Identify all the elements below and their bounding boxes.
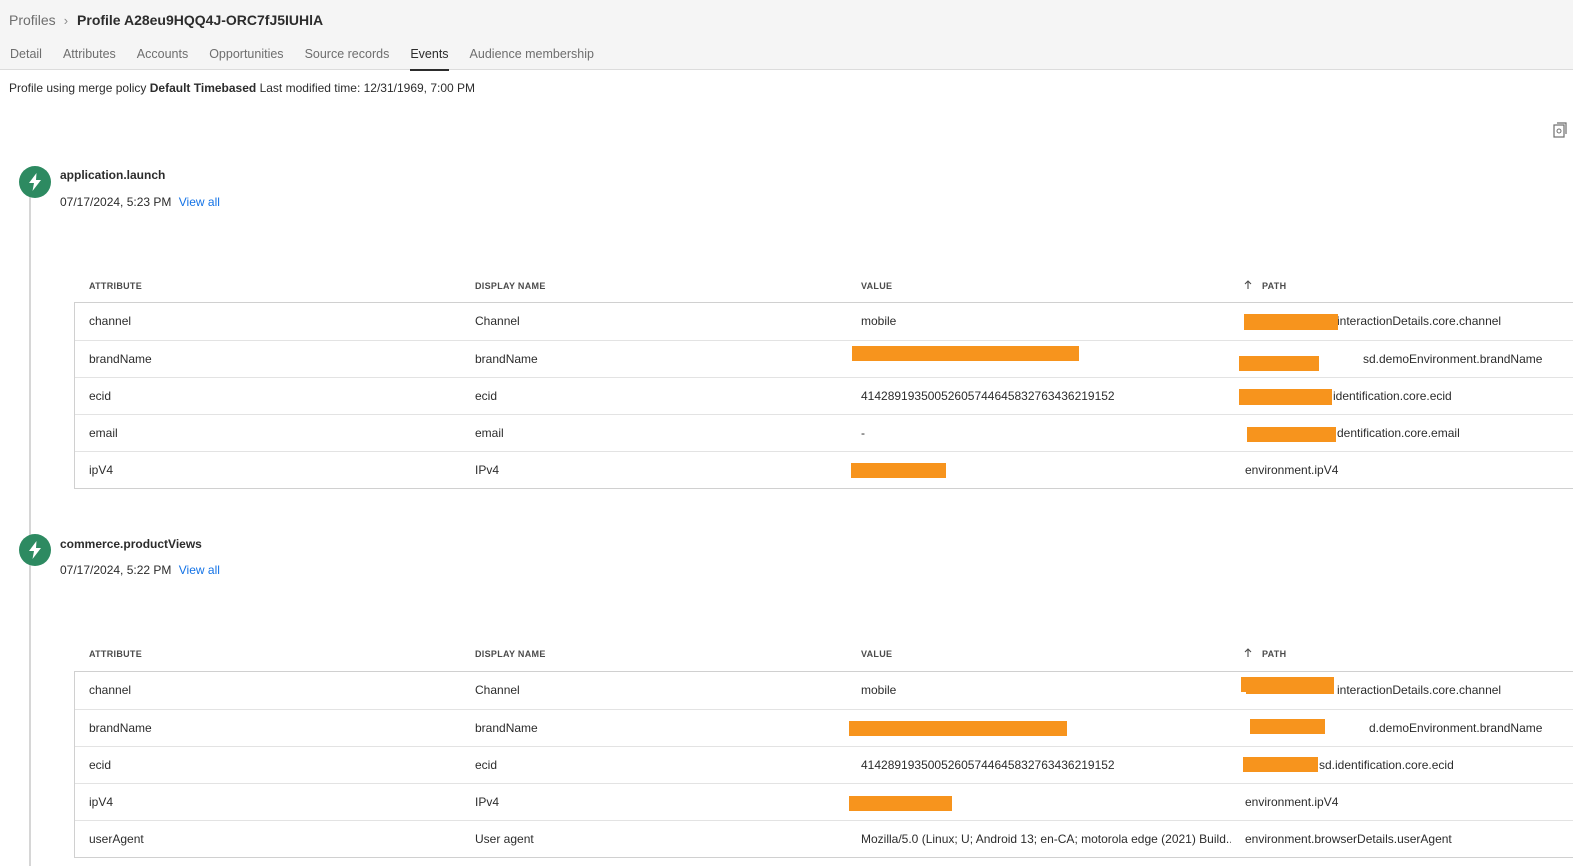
breadcrumb: Profiles › Profile A28eu9HQQ4J-ORC7fJ5IU… <box>9 10 323 30</box>
table-row[interactable]: channel Channel mobile interactionDetail… <box>75 303 1573 340</box>
sort-arrow-up-icon <box>1244 280 1252 289</box>
breadcrumb-profiles-link[interactable]: Profiles <box>9 12 56 28</box>
display-name-cell: brandName <box>475 352 538 366</box>
export-icon[interactable] <box>1553 122 1567 138</box>
value-cell: 41428919350052605744645832763436219152 <box>861 389 1115 403</box>
column-header-value[interactable]: VALUE <box>861 281 892 291</box>
display-name-cell: Channel <box>475 683 520 697</box>
event-time: 07/17/2024, 5:23 PM View all <box>60 195 220 209</box>
attribute-cell: channel <box>89 314 132 328</box>
page-header: Profiles › Profile A28eu9HQQ4J-ORC7fJ5IU… <box>0 0 1573 71</box>
column-header-value[interactable]: VALUE <box>861 649 892 659</box>
value-cell: - <box>861 426 865 440</box>
tab-events[interactable]: Events <box>410 45 449 71</box>
tab-accounts[interactable]: Accounts <box>137 45 188 70</box>
column-header-path[interactable]: PATH <box>1243 648 1287 659</box>
attribute-cell: email <box>89 426 118 440</box>
table-row[interactable]: ipV4 IPv4 environment.ipV4 <box>75 451 1573 488</box>
merge-policy-info: Profile using merge policy Default Timeb… <box>9 81 475 95</box>
timeline-line <box>29 194 31 866</box>
value-cell: 41428919350052605744645832763436219152 <box>861 758 1115 772</box>
display-name-cell: User agent <box>475 832 534 846</box>
tab-opportunities[interactable]: Opportunities <box>209 45 283 70</box>
path-cell: environment.ipV4 <box>1245 463 1339 477</box>
redaction-block <box>1244 314 1338 330</box>
redaction-block <box>1239 356 1319 371</box>
table-header: ATTRIBUTE DISPLAY NAME VALUE PATH <box>74 280 1573 301</box>
attribute-cell: brandName <box>89 721 152 735</box>
column-header-path[interactable]: PATH <box>1243 280 1287 291</box>
redaction-block <box>851 463 946 478</box>
attribute-cell: ipV4 <box>89 795 114 809</box>
merge-policy-prefix: Profile using merge policy <box>9 81 147 95</box>
attribute-cell: ecid <box>89 758 112 772</box>
table-row[interactable]: ipV4 IPv4 environment.ipV4 <box>75 783 1573 820</box>
redaction-block <box>852 346 1079 361</box>
redaction-block <box>1250 719 1325 734</box>
table-row[interactable]: brandName brandName d.demoEnvironment.br… <box>75 709 1573 746</box>
event-timestamp: 07/17/2024, 5:23 PM <box>60 195 172 209</box>
event-attributes-table: channel Channel mobile interactionDetail… <box>74 302 1573 489</box>
table-row[interactable]: channel Channel mobile interactionDetail… <box>75 672 1573 709</box>
attribute-cell: ecid <box>89 389 112 403</box>
column-header-display-name[interactable]: DISPLAY NAME <box>475 281 546 291</box>
table-header: ATTRIBUTE DISPLAY NAME VALUE PATH <box>74 648 1573 669</box>
event-time: 07/17/2024, 5:22 PM View all <box>60 563 220 577</box>
column-header-path-label: PATH <box>1262 649 1287 659</box>
redaction-block <box>1247 427 1336 442</box>
page-title: Profile A28eu9HQQ4J-ORC7fJ5IUHlA <box>77 12 324 28</box>
redaction-block <box>1246 691 1334 694</box>
table-row[interactable]: brandName brandName sd.demoEnvironment.b… <box>75 340 1573 377</box>
event-title: commerce.productViews <box>60 537 202 551</box>
value-cell: mobile <box>861 314 897 328</box>
display-name-cell: IPv4 <box>475 463 500 477</box>
attribute-cell: userAgent <box>89 832 144 846</box>
last-modified-time: Last modified time: 12/31/1969, 7:00 PM <box>259 81 476 95</box>
tab-bar: Detail Attributes Accounts Opportunities… <box>10 45 615 71</box>
display-name-cell: brandName <box>475 721 538 735</box>
redaction-block <box>1241 677 1334 692</box>
table-row[interactable]: ecid ecid 414289193500526057446458327634… <box>75 377 1573 414</box>
column-header-display-name[interactable]: DISPLAY NAME <box>475 649 546 659</box>
table-row[interactable]: ecid ecid 414289193500526057446458327634… <box>75 746 1573 783</box>
display-name-cell: email <box>475 426 504 440</box>
tab-detail[interactable]: Detail <box>10 45 42 70</box>
column-header-path-label: PATH <box>1262 281 1287 291</box>
profile-events-page: Profiles › Profile A28eu9HQQ4J-ORC7fJ5IU… <box>0 0 1573 866</box>
display-name-cell: Channel <box>475 314 520 328</box>
path-cell: environment.ipV4 <box>1245 795 1339 809</box>
tab-audience-membership[interactable]: Audience membership <box>470 45 594 70</box>
merge-policy-name: Default Timebased <box>149 81 257 95</box>
tab-attributes[interactable]: Attributes <box>63 45 116 70</box>
event-timestamp: 07/17/2024, 5:22 PM <box>60 563 172 577</box>
lightning-bolt-icon <box>19 166 51 198</box>
attribute-cell: brandName <box>89 352 152 366</box>
table-row[interactable]: userAgent User agent Mozilla/5.0 (Linux;… <box>75 820 1573 857</box>
redaction-block <box>849 796 952 811</box>
lightning-bolt-icon <box>19 534 51 566</box>
attribute-cell: ipV4 <box>89 463 114 477</box>
value-cell: mobile <box>861 683 897 697</box>
chevron-right-icon: › <box>63 12 69 28</box>
display-name-cell: IPv4 <box>475 795 500 809</box>
column-header-attribute[interactable]: ATTRIBUTE <box>89 281 142 291</box>
event-title: application.launch <box>60 168 166 182</box>
redaction-block <box>1243 757 1318 772</box>
view-all-link[interactable]: View all <box>179 563 220 577</box>
path-cell: environment.browserDetails.userAgent <box>1245 832 1452 846</box>
view-all-link[interactable]: View all <box>179 195 220 209</box>
table-row[interactable]: email email - dentification.core.email <box>75 414 1573 451</box>
redaction-block <box>849 721 1067 736</box>
attribute-cell: channel <box>89 683 132 697</box>
column-header-attribute[interactable]: ATTRIBUTE <box>89 649 142 659</box>
redaction-block <box>1239 389 1332 405</box>
event-attributes-table: channel Channel mobile interactionDetail… <box>74 671 1573 858</box>
value-cell: Mozilla/5.0 (Linux; U; Android 13; en-CA… <box>861 832 1231 846</box>
sort-arrow-up-icon <box>1244 648 1252 657</box>
display-name-cell: ecid <box>475 758 498 772</box>
tab-source-records[interactable]: Source records <box>305 45 390 70</box>
display-name-cell: ecid <box>475 389 498 403</box>
